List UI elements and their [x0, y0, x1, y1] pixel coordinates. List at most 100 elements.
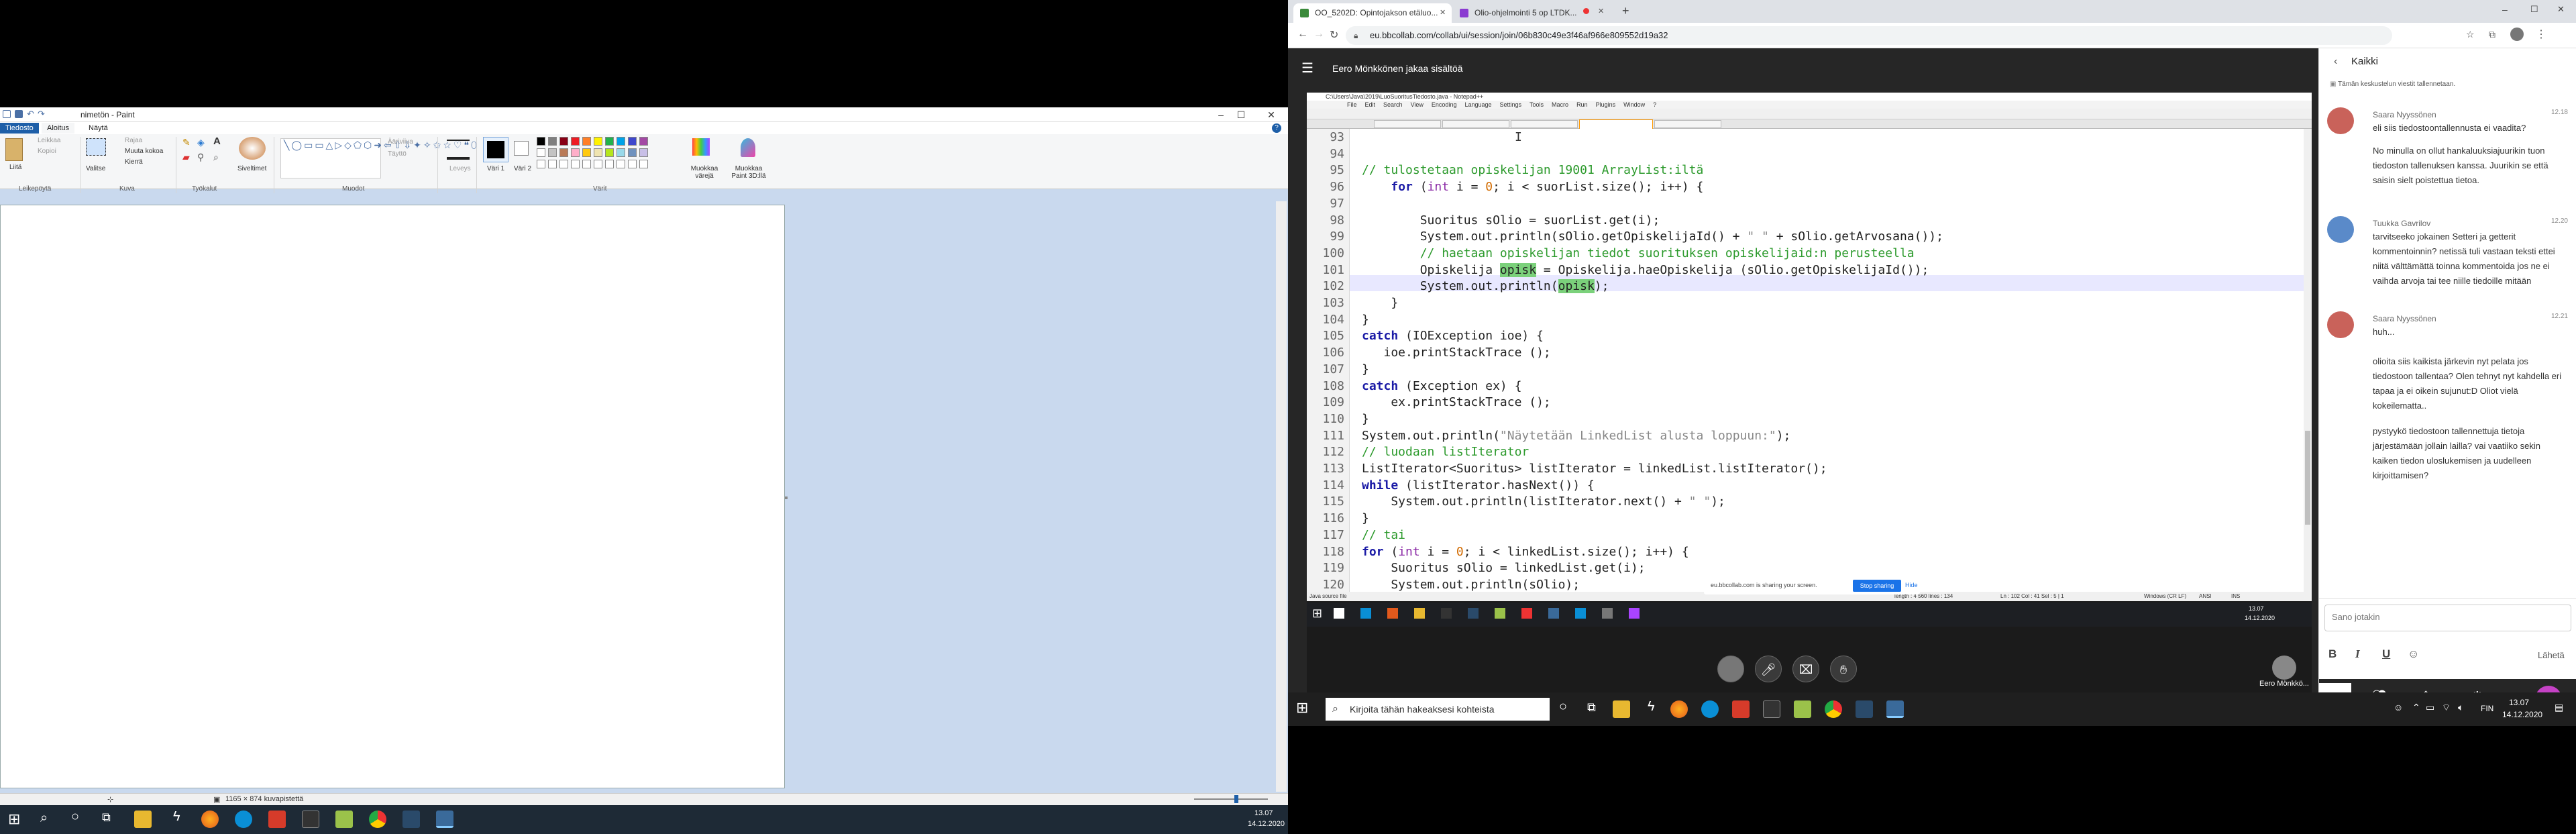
terminal-icon[interactable]: [1763, 700, 1780, 718]
color-swatch-empty[interactable]: [639, 160, 648, 168]
notepadpp-icon[interactable]: [1794, 700, 1811, 718]
color-swatch-empty[interactable]: [628, 160, 637, 168]
file-explorer-icon[interactable]: [134, 811, 152, 828]
user-tray-icon[interactable]: ☺: [2394, 702, 2403, 713]
minimize-button[interactable]: –: [1211, 109, 1231, 121]
file-tab[interactable]: [1511, 120, 1578, 128]
tab-close-icon[interactable]: ✕: [1598, 7, 1604, 15]
brushes-icon[interactable]: [239, 137, 266, 160]
notepadpp-icon[interactable]: [335, 811, 353, 828]
input-language[interactable]: FIN: [2481, 704, 2493, 713]
color-swatch[interactable]: [582, 137, 591, 146]
color-swatch[interactable]: [559, 148, 568, 157]
edit-colors-button[interactable]: Muokkaa värejä: [688, 165, 720, 180]
paint-canvas[interactable]: [0, 205, 785, 788]
color-swatch[interactable]: [594, 148, 602, 157]
color2-button[interactable]: [514, 141, 529, 156]
hide-button[interactable]: Hide: [1905, 582, 1918, 588]
pdf-reader-icon[interactable]: [1732, 700, 1750, 718]
color-picker-icon[interactable]: ⚲: [197, 152, 204, 163]
notepadpp-menu-item[interactable]: Edit: [1365, 101, 1376, 108]
bold-button[interactable]: B: [2328, 647, 2337, 661]
notepadpp-menu-item[interactable]: Tools: [1529, 101, 1544, 108]
text-icon[interactable]: A: [213, 136, 221, 147]
cut-button[interactable]: Leikkaa: [38, 137, 60, 144]
terminal-icon[interactable]: [302, 811, 319, 828]
color-swatch-empty[interactable]: [605, 160, 614, 168]
paint3d-icon[interactable]: [741, 138, 755, 157]
redo-icon[interactable]: ↷: [38, 109, 45, 119]
color1-button[interactable]: [483, 137, 508, 162]
italic-button[interactable]: I: [2355, 647, 2360, 661]
size-icon[interactable]: [447, 140, 470, 160]
color-swatch-empty[interactable]: [537, 160, 545, 168]
rotate-button[interactable]: Kierrä: [125, 158, 143, 166]
chevron-left-icon[interactable]: ‹: [2334, 48, 2337, 75]
color-swatch[interactable]: [628, 148, 637, 157]
stop-sharing-button[interactable]: Stop sharing: [1853, 580, 1901, 592]
tab-home[interactable]: Aloitus: [42, 123, 75, 134]
color-swatch[interactable]: [548, 148, 557, 157]
file-tab[interactable]: [1654, 120, 1721, 128]
color-swatch-empty[interactable]: [582, 160, 591, 168]
raise-hand-icon[interactable]: ✋︎: [1830, 656, 1857, 682]
profile-avatar[interactable]: [2510, 28, 2524, 41]
chrome-icon[interactable]: [1825, 700, 1842, 718]
volume-icon[interactable]: 🔈︎: [2458, 702, 2463, 713]
color-swatch-empty[interactable]: [616, 160, 625, 168]
edge-icon[interactable]: [1701, 700, 1719, 718]
color-swatch[interactable]: [571, 137, 580, 146]
canvas-resize-handle[interactable]: [785, 497, 788, 499]
star-icon[interactable]: ☆: [2466, 29, 2475, 40]
file-explorer-icon[interactable]: [1613, 700, 1630, 718]
code-editor[interactable]: 93 94 95 // tulostetaan opiskelijan 19001 A…: [1307, 129, 2312, 592]
cortana-icon[interactable]: ○: [1559, 699, 1567, 715]
help-icon[interactable]: ?: [1272, 123, 1281, 133]
vertical-scrollbar[interactable]: [1276, 201, 1287, 792]
color-swatch[interactable]: [537, 137, 545, 146]
notepadpp-menu-item[interactable]: Language: [1464, 101, 1491, 108]
presenter-tile[interactable]: Eero Mönkkö...: [2254, 656, 2314, 696]
notepadpp-menu-item[interactable]: File: [1347, 101, 1357, 108]
chevron-up-icon[interactable]: ⌃: [2412, 702, 2420, 713]
clock-date[interactable]: 14.12.2020: [2502, 710, 2542, 719]
color-swatch[interactable]: [605, 148, 614, 157]
bolt-app-icon[interactable]: ϟ: [173, 809, 180, 825]
windows-start-icon[interactable]: ⊞: [8, 811, 20, 828]
undo-icon[interactable]: ↶: [27, 109, 34, 119]
emoji-icon[interactable]: ☺: [2408, 647, 2419, 661]
color-swatch[interactable]: [616, 148, 625, 157]
notepadpp-menu-item[interactable]: Plugins: [1596, 101, 1616, 108]
chrome-icon[interactable]: [369, 811, 386, 828]
maximize-button[interactable]: ☐: [2530, 4, 2538, 15]
send-button[interactable]: Lähetä: [2538, 650, 2565, 660]
zoom-slider[interactable]: [1194, 798, 1268, 800]
close-button[interactable]: ✕: [2557, 4, 2565, 15]
eraser-icon[interactable]: ▰: [182, 152, 190, 163]
fill-button[interactable]: Täyttö: [388, 150, 407, 158]
minimize-button[interactable]: –: [2502, 4, 2508, 15]
magnifier-icon[interactable]: ⌕: [213, 152, 219, 163]
file-tab[interactable]: [1442, 120, 1509, 128]
forward-icon[interactable]: →: [1313, 28, 1324, 40]
tab-close-icon[interactable]: ✕: [1440, 8, 1446, 17]
java-icon[interactable]: [402, 811, 420, 828]
color-swatch[interactable]: [571, 148, 580, 157]
menu-icon[interactable]: ⋮: [2536, 28, 2546, 41]
color-swatch[interactable]: [548, 137, 557, 146]
color-swatch[interactable]: [639, 137, 648, 146]
extensions-icon[interactable]: ⧉: [2489, 29, 2496, 40]
back-icon[interactable]: ←: [1297, 28, 1308, 40]
edge-icon[interactable]: [235, 811, 252, 828]
save-icon[interactable]: [15, 110, 23, 118]
paste-label[interactable]: Liitä: [9, 164, 21, 171]
paint-taskbar-icon[interactable]: [436, 811, 453, 828]
resize-button[interactable]: Muuta kokoa: [125, 148, 163, 155]
color-swatch[interactable]: [605, 137, 614, 146]
taskbar-search-input[interactable]: ⌕ Kirjoita tähän hakeaksesi kohteista: [1326, 698, 1550, 721]
pencil-icon[interactable]: ✎: [182, 137, 191, 148]
notepadpp-menu-item[interactable]: Settings: [1500, 101, 1522, 108]
outline-button[interactable]: Ääriviiva: [388, 138, 413, 146]
tab-view[interactable]: Näytä: [83, 123, 113, 134]
color-swatch[interactable]: [559, 137, 568, 146]
